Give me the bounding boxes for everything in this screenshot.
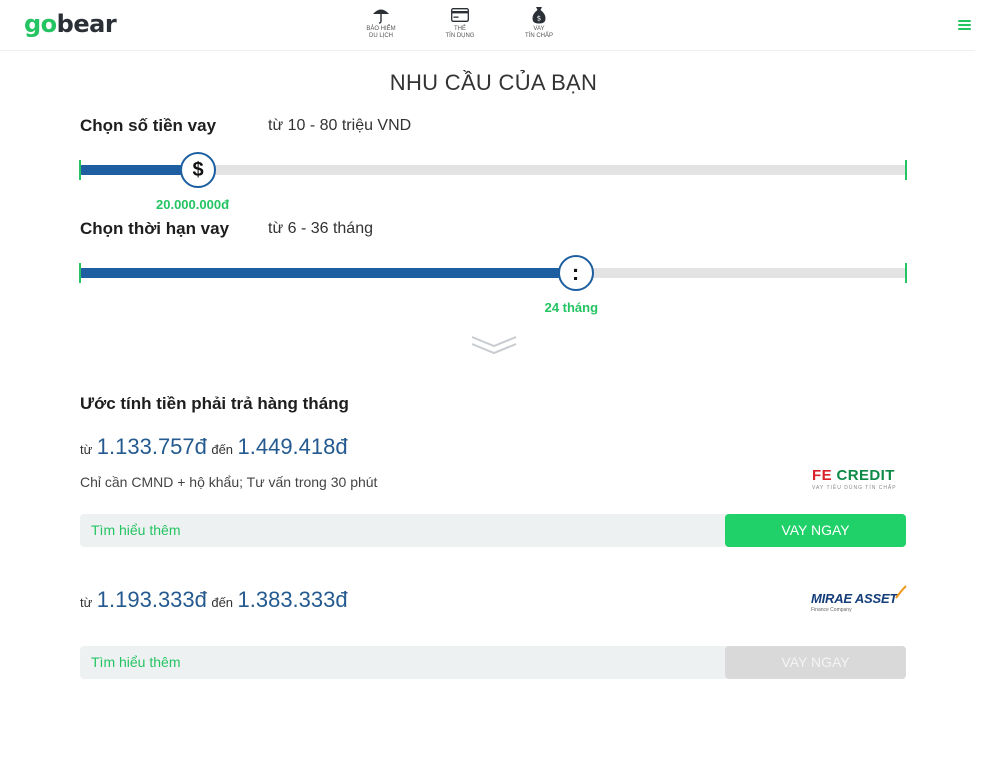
umbrella-icon (372, 6, 390, 24)
fe-credit-logo-credit: CREDIT (836, 467, 895, 484)
logo-go-text: go (24, 10, 57, 38)
mirae-asset-logo: MIRAE ASSET Finance Company (811, 585, 907, 613)
mirae-asset-logo-text: MIRAE ASSET (811, 591, 898, 606)
nav-label-travel-insurance: BẢO HIỂM DU LỊCH (366, 26, 396, 39)
loan-amount-label: Chọn số tiền vay (80, 116, 217, 135)
estimate-title: Ước tính tiền phải trả hàng tháng (80, 394, 349, 413)
nav-label-personal-loan: VAY TÍN CHẤP (524, 26, 553, 39)
mirae-asset-tagline: Finance Company (811, 607, 852, 613)
section-title: NHU CẦU CỦA BẠN (389, 70, 598, 95)
slider-start-marker (79, 263, 81, 283)
nav-item-travel-insurance[interactable]: BẢO HIỂM DU LỊCH (346, 6, 416, 40)
to-amount: 1.383.333đ (237, 587, 348, 612)
fe-credit-logo: FE CREDIT VAY TIÊU DÙNG TÍN CHẤP (812, 467, 897, 491)
from-amount: 1.193.333đ (96, 587, 207, 612)
top-navbar: gobear BẢO HIỂM DU LỊCH THẺ TÍN DỤNG $ V… (0, 0, 975, 51)
to-word: đến (211, 595, 234, 610)
svg-text:$: $ (537, 15, 541, 23)
offer-1-action-bar: Tìm hiểu thêm VAY NGAY (80, 514, 906, 547)
credit-card-icon (451, 6, 469, 24)
apply-now-button-disabled[interactable]: VAY NGAY (725, 646, 906, 679)
double-chevron-down-icon[interactable] (470, 333, 518, 357)
slider-start-marker (79, 160, 81, 180)
from-word: từ (80, 595, 93, 610)
loan-amount-range: từ 10 - 80 triệu VND (268, 117, 412, 134)
loan-amount-value: 20.000.000đ (156, 197, 230, 212)
loan-term-slider-track[interactable] (79, 263, 907, 283)
offer-1-payment-range: từ 1.133.757đ đến 1.449.418đ (80, 434, 348, 460)
from-word: từ (80, 442, 93, 457)
to-amount: 1.449.418đ (237, 434, 348, 459)
loan-term-slider-fill (80, 268, 576, 278)
nav-item-credit-card[interactable]: THẺ TÍN DỤNG (425, 6, 495, 40)
loan-term-label: Chọn thời hạn vay (80, 219, 230, 238)
fe-credit-logo-fe: FE (812, 467, 832, 484)
hamburger-menu-icon[interactable] (958, 20, 971, 32)
mirae-swoosh-icon (895, 585, 907, 599)
slider-end-marker (905, 263, 907, 283)
slider-end-marker (905, 160, 907, 180)
loan-term-range: từ 6 - 36 tháng (268, 220, 373, 237)
logo-bear-text: bear (56, 10, 117, 38)
offer-2-payment-range: từ 1.193.333đ đến 1.383.333đ (80, 587, 348, 613)
nav-label-credit-card: THẺ TÍN DỤNG (445, 26, 475, 39)
learn-more-link[interactable]: Tìm hiểu thêm (91, 522, 180, 538)
loan-term-value: 24 tháng (544, 300, 599, 315)
nav-item-personal-loan[interactable]: $ VAY TÍN CHẤP (504, 6, 574, 40)
from-amount: 1.133.757đ (96, 434, 207, 459)
learn-more-link[interactable]: Tìm hiểu thêm (91, 654, 180, 670)
offer-2-action-bar: Tìm hiểu thêm VAY NGAY (80, 646, 906, 679)
loan-amount-slider-thumb[interactable]: $ (180, 152, 216, 188)
to-word: đến (211, 442, 234, 457)
apply-now-button[interactable]: VAY NGAY (725, 514, 906, 547)
fe-credit-tagline: VAY TIÊU DÙNG TÍN CHẤP (812, 485, 897, 491)
loan-term-slider-thumb[interactable]: : (557, 255, 594, 291)
gobear-logo[interactable]: gobear (24, 10, 117, 38)
money-bag-icon: $ (531, 6, 547, 24)
offer-1-description: Chỉ cần CMND + hộ khẩu; Tư vấn trong 30 … (80, 474, 378, 490)
